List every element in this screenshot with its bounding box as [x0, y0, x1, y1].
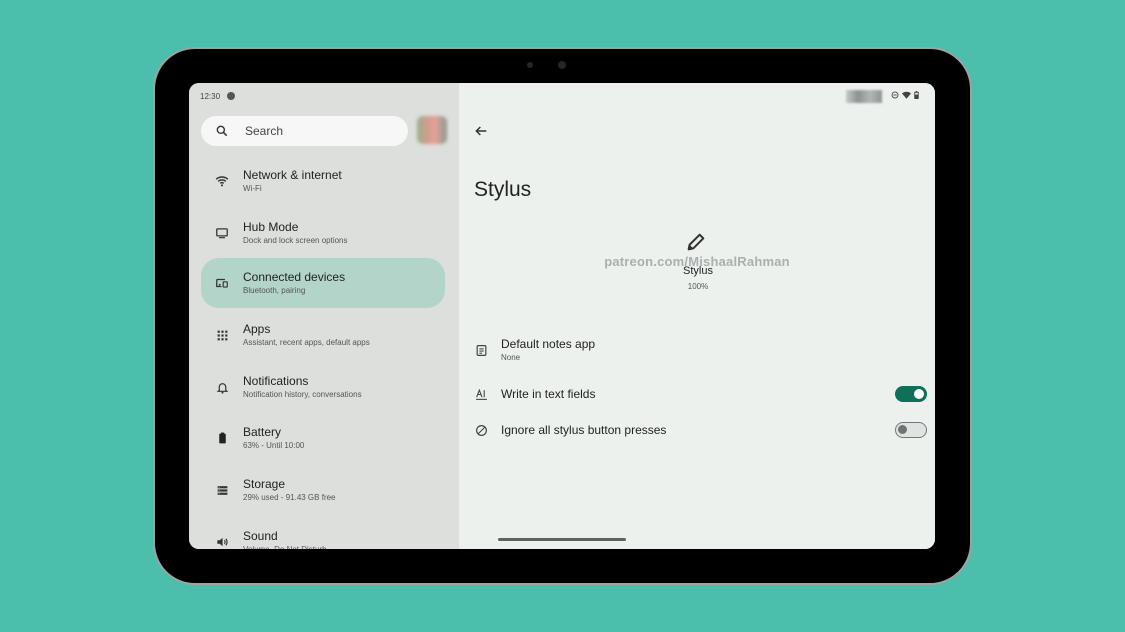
sidebar-item-title: Notifications — [243, 373, 309, 388]
sidebar-item-apps[interactable]: Apps Assistant, recent apps, default apps — [201, 310, 445, 360]
avatar[interactable] — [417, 116, 447, 144]
do-not-disturb-icon — [891, 91, 899, 99]
sidebar-item-title: Storage — [243, 476, 286, 491]
status-notification-icon — [227, 92, 235, 100]
screen: 12:30 Search Network & internet Wi-Fi Hub… — [189, 83, 935, 549]
pref-subtitle: None — [501, 353, 521, 362]
sensor — [527, 62, 533, 68]
pref-title: Ignore all stylus button presses — [501, 422, 667, 437]
front-camera — [558, 61, 566, 69]
wifi-icon — [215, 176, 229, 187]
storage-icon — [217, 485, 227, 495]
sidebar-item-subtitle: 29% used - 91.43 GB free — [243, 492, 336, 502]
apps-grid-icon — [217, 330, 227, 340]
sidebar-item-storage[interactable]: Storage 29% used - 91.43 GB free — [201, 465, 445, 515]
sidebar-item-title: Network & internet — [243, 167, 342, 182]
sidebar-item-notifications[interactable]: Notifications Notification history, conve… — [201, 362, 445, 412]
wifi-status-icon — [902, 91, 911, 99]
ignore-stylus-buttons-toggle[interactable] — [895, 422, 927, 438]
battery-status-icon — [914, 91, 919, 99]
pref-ignore-stylus-buttons[interactable]: Ignore all stylus button presses — [473, 422, 929, 438]
monitor-icon — [216, 228, 228, 239]
sidebar-item-network[interactable]: Network & internet Wi-Fi — [201, 156, 445, 206]
sidebar-item-subtitle: Wi-Fi — [243, 183, 262, 193]
status-time: 12:30 — [200, 92, 221, 101]
toggle-knob — [914, 389, 924, 399]
device-battery: 100% — [687, 282, 709, 291]
block-icon — [475, 424, 487, 436]
pref-write-in-text-fields[interactable]: Write in text fields — [473, 386, 929, 402]
status-blurred-info — [846, 90, 882, 103]
battery-icon — [218, 432, 226, 444]
sidebar-item-hub-mode[interactable]: Hub Mode Dock and lock screen options — [201, 208, 445, 258]
sidebar-item-title: Battery — [243, 424, 282, 439]
sidebar-item-battery[interactable]: Battery 63% - Until 10:00 — [201, 413, 445, 463]
bell-icon — [216, 382, 228, 394]
sidebar-item-subtitle: Notification history, conversations — [243, 389, 362, 399]
sidebar-item-title: Connected devices — [243, 269, 346, 284]
pref-title: Default notes app — [501, 337, 596, 351]
sidebar-item-subtitle: Bluetooth, pairing — [243, 285, 306, 295]
search-placeholder: Search — [245, 124, 284, 138]
stylus-settings-pane: Stylus patreon.com/MishaalRahman Stylus … — [459, 83, 935, 549]
sidebar-item-title: Apps — [243, 321, 271, 336]
settings-sidebar: 12:30 Search Network & internet Wi-Fi Hub… — [189, 83, 459, 549]
write-in-text-fields-toggle[interactable] — [895, 386, 927, 402]
pref-title: Write in text fields — [501, 386, 596, 401]
sidebar-item-connected-devices[interactable]: Connected devices Bluetooth, pairing — [201, 258, 445, 308]
gesture-handle[interactable] — [498, 538, 626, 541]
pref-default-notes-app[interactable]: Default notes app None — [473, 337, 929, 364]
search-bar[interactable]: Search — [201, 116, 408, 146]
devices-icon — [216, 278, 228, 288]
toggle-knob — [898, 425, 907, 434]
handwriting-icon — [475, 388, 487, 400]
sidebar-item-subtitle: Assistant, recent apps, default apps — [243, 337, 370, 347]
notes-icon — [476, 345, 486, 356]
sidebar-item-sound[interactable]: Sound Volume, Do Not Disturb — [201, 517, 445, 549]
volume-icon — [217, 537, 228, 547]
sidebar-item-title: Hub Mode — [243, 219, 299, 234]
pencil-icon — [687, 233, 705, 251]
search-icon — [216, 125, 228, 137]
page-title: Stylus — [474, 178, 532, 201]
back-arrow-icon[interactable] — [473, 123, 489, 139]
sidebar-item-subtitle: 63% - Until 10:00 — [243, 440, 305, 450]
sidebar-item-title: Sound — [243, 528, 278, 543]
sidebar-item-subtitle: Dock and lock screen options — [243, 235, 348, 245]
status-icons — [891, 91, 919, 99]
device-name: Stylus — [683, 265, 713, 277]
sidebar-item-subtitle: Volume, Do Not Disturb — [243, 544, 327, 550]
tablet-frame: 12:30 Search Network & internet Wi-Fi Hub… — [155, 49, 970, 583]
